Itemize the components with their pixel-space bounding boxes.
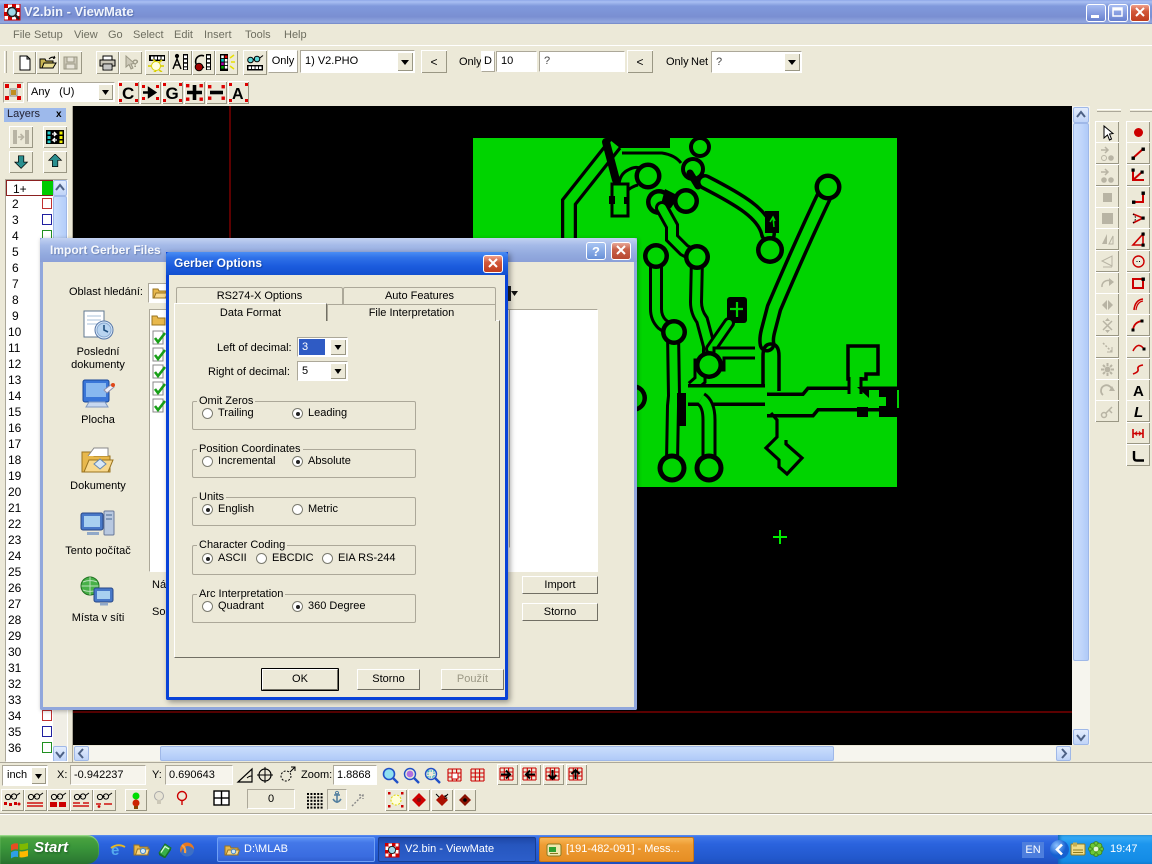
- svg-text:A: A: [232, 86, 244, 102]
- svg-text:G: G: [166, 84, 179, 102]
- svg-text:A: A: [1133, 383, 1144, 399]
- svg-text:L: L: [1134, 404, 1143, 420]
- svg-text:C: C: [122, 84, 134, 102]
- svg-text:?: ?: [132, 58, 139, 70]
